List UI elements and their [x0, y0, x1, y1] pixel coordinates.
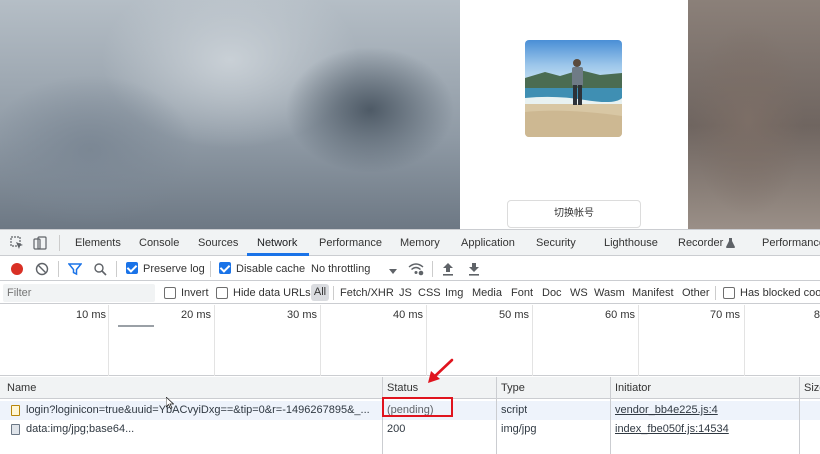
filter-type-wasm[interactable]: Wasm [594, 282, 625, 304]
network-conditions-icon[interactable] [408, 262, 424, 279]
filter-type-font[interactable]: Font [511, 282, 533, 304]
filter-type-all[interactable]: All [311, 284, 329, 301]
filter-type-css[interactable]: CSS [418, 282, 441, 304]
timeline-tick-label: 8 [813, 309, 820, 321]
preserve-log-checkbox[interactable] [126, 262, 138, 274]
clear-icon[interactable] [35, 262, 49, 279]
invert-checkbox[interactable] [164, 287, 176, 299]
request-type: script [501, 404, 528, 416]
column-header-initiator[interactable]: Initiator [615, 377, 651, 399]
devtools-panel: Elements Console Sources Network Perform… [0, 229, 820, 454]
pending-status-highlight [382, 397, 453, 417]
network-toolbar: Preserve log Disable cache No throttling [0, 257, 820, 281]
switch-account-button[interactable]: 切换帐号 [507, 200, 641, 228]
request-type: img/jpg [501, 423, 537, 435]
column-header-name[interactable]: Name [7, 377, 36, 399]
timeline-tick-label: 70 ms [710, 309, 740, 321]
tab-recorder[interactable]: Recorder [678, 230, 723, 256]
blurred-background-left [0, 0, 460, 229]
filter-type-img[interactable]: Img [445, 282, 463, 304]
filter-type-ws[interactable]: WS [570, 282, 588, 304]
filter-type-media[interactable]: Media [472, 282, 502, 304]
search-icon[interactable] [93, 262, 107, 279]
export-har-icon[interactable] [468, 262, 480, 279]
login-card: 切换帐号 [460, 0, 688, 229]
tab-sources[interactable]: Sources [198, 230, 238, 256]
tab-console[interactable]: Console [139, 230, 179, 256]
image-file-icon [11, 424, 20, 435]
mouse-cursor-icon [165, 396, 175, 412]
request-name[interactable]: login?loginicon=true&uuid=YbACvyiDxg==&t… [26, 401, 378, 420]
blurred-background-right [688, 0, 820, 229]
filter-type-manifest[interactable]: Manifest [632, 282, 674, 304]
preserve-log-label: Preserve log [143, 263, 205, 275]
filter-type-other[interactable]: Other [682, 282, 710, 304]
column-header-size[interactable]: Size [804, 377, 820, 399]
request-name[interactable]: data:img/jpg;base64... [26, 420, 378, 439]
request-status: 200 [387, 423, 406, 435]
network-overview-timeline[interactable]: 10 ms 20 ms 30 ms 40 ms 50 ms 60 ms 70 m… [0, 305, 820, 376]
tab-security[interactable]: Security [536, 230, 576, 256]
active-tab-indicator [247, 253, 309, 256]
column-header-status[interactable]: Status [387, 377, 418, 399]
network-filter-bar: Invert Hide data URLs All Fetch/XHR JS C… [0, 282, 820, 304]
filter-type-doc[interactable]: Doc [542, 282, 562, 304]
column-header-type[interactable]: Type [501, 377, 525, 399]
request-initiator-link[interactable]: index_fbe050f.js:14534 [615, 420, 729, 439]
flask-icon [726, 238, 735, 251]
import-har-icon[interactable] [442, 262, 454, 279]
blocked-cookies-checkbox[interactable] [723, 287, 735, 299]
devtools-tab-bar: Elements Console Sources Network Perform… [0, 230, 820, 256]
script-file-icon [11, 405, 20, 416]
filter-type-fetch-xhr[interactable]: Fetch/XHR [340, 282, 394, 304]
tab-application[interactable]: Application [461, 230, 515, 256]
chevron-down-icon[interactable] [389, 266, 397, 278]
hide-data-urls-label: Hide data URLs [233, 287, 311, 299]
page-viewport: 切换帐号 [0, 0, 820, 229]
timeline-tick-label: 50 ms [499, 309, 529, 321]
profile-photo [525, 40, 622, 137]
filter-input[interactable] [3, 284, 155, 302]
timeline-tick-label: 10 ms [76, 309, 106, 321]
table-header: Name Status Type Initiator Size [0, 377, 820, 399]
tab-performance[interactable]: Performance [319, 230, 382, 256]
disable-cache-checkbox[interactable] [219, 262, 231, 274]
disable-cache-label: Disable cache [236, 263, 306, 275]
timeline-tick-label: 60 ms [605, 309, 635, 321]
timeline-tick-label: 30 ms [287, 309, 317, 321]
hide-data-urls-checkbox[interactable] [216, 287, 228, 299]
tab-elements[interactable]: Elements [75, 230, 121, 256]
throttling-select[interactable]: No throttling [311, 257, 370, 281]
request-initiator-link[interactable]: vendor_bb4e225.js:4 [615, 401, 718, 420]
record-icon[interactable] [10, 262, 24, 279]
annotation-arrow-icon [425, 357, 455, 390]
device-toolbar-icon[interactable] [33, 236, 47, 253]
table-row[interactable]: data:img/jpg;base64... 200 img/jpg index… [0, 420, 820, 439]
tab-performance-insights[interactable]: Performance [762, 230, 820, 256]
filter-icon[interactable] [67, 262, 83, 279]
timeline-tick-label: 40 ms [393, 309, 423, 321]
filter-type-js[interactable]: JS [399, 282, 412, 304]
blocked-cookies-label: Has blocked cooki [740, 287, 820, 299]
tab-memory[interactable]: Memory [400, 230, 440, 256]
inspect-element-icon[interactable] [10, 236, 24, 253]
invert-label: Invert [181, 287, 209, 299]
timeline-request-bar [118, 325, 154, 327]
timeline-tick-label: 20 ms [181, 309, 211, 321]
tab-lighthouse[interactable]: Lighthouse [604, 230, 658, 256]
